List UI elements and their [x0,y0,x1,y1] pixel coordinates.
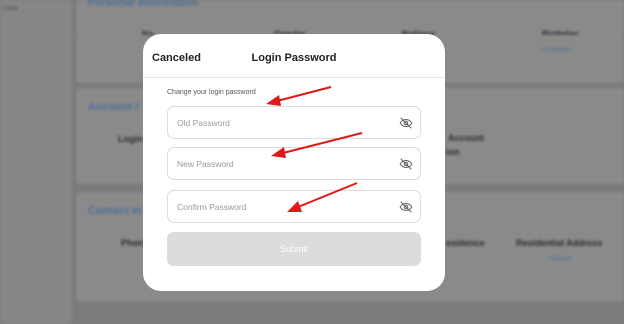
account-sub: ion [446,147,460,157]
confirm-password-field[interactable] [167,190,421,223]
sidebar: rovide [0,0,72,324]
personal-information-card: Personal Information Na Gender Nationa B… [76,0,624,39]
dialog-title: Login Password [251,52,337,64]
eye-off-icon[interactable] [399,200,413,214]
sidebar-item: rovide [2,6,19,12]
eye-off-icon[interactable] [399,116,413,130]
dialog-header: Canceled Login Password [143,34,445,78]
old-password-field[interactable] [167,106,421,139]
contact-label-residential-address: Residential Address [516,238,603,248]
personal-birthday-value: Incomplete [542,47,572,53]
section-title-account: Account I [88,101,139,113]
contact-label-phone: Phon [121,238,144,248]
new-password-input[interactable] [177,148,387,179]
account-label-account: Account [448,133,484,143]
account-label-login: Login [118,134,143,144]
eye-off-icon[interactable] [399,157,413,171]
contact-residential-value: Add one [549,256,572,262]
new-password-field[interactable] [167,147,421,180]
old-password-input[interactable] [177,107,387,138]
section-title-personal: Personal Information [88,0,199,9]
change-password-hint: Change your login password [167,89,256,96]
login-password-dialog: Canceled Login Password Change your logi… [143,34,445,291]
contact-label-residence: esidence [446,238,485,248]
submit-button[interactable]: Submit [167,232,421,266]
section-title-contact: Contact In [88,205,142,217]
confirm-password-input[interactable] [177,191,387,222]
